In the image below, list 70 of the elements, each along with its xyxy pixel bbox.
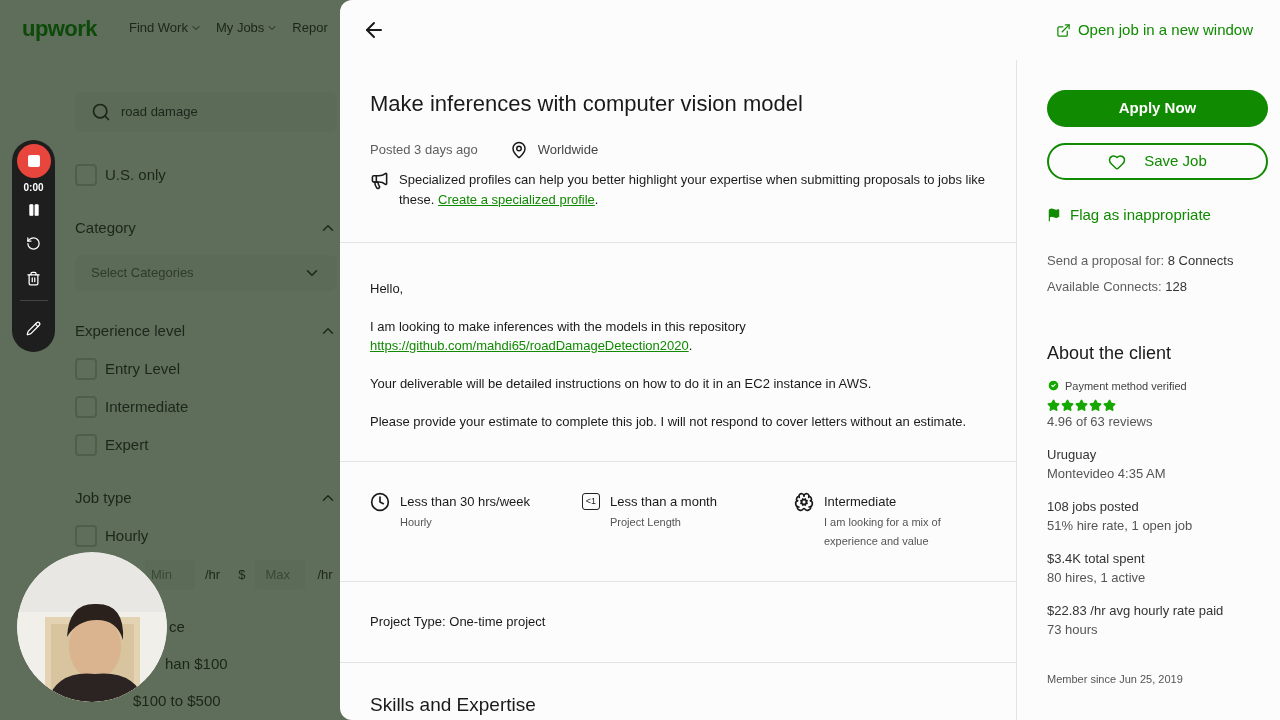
open-job-link[interactable]: Open job in a new window	[1055, 18, 1253, 42]
client-heading: About the client	[1047, 341, 1173, 365]
checkbox-label: Entry Level	[105, 358, 181, 379]
stop-button[interactable]	[16, 144, 51, 178]
clock-icon	[370, 491, 390, 512]
checkbox-label: U.S. only	[105, 164, 166, 185]
description-paragraph: I am looking to make inferences with the models in this repository https://github.com/mahdi65/roadDamageDetection2020.	[370, 317, 747, 355]
link[interactable]: https://github.com/mahdi65/roadDamageDetection2020	[370, 337, 689, 353]
client-stat: $22.83 /hr avg hourly rate paid	[1047, 602, 1225, 620]
flag-icon	[1047, 208, 1061, 223]
checkbox-label: Intermediate	[105, 396, 189, 417]
client-stat-detail: 51% hire rate, 1 open job	[1047, 517, 1194, 535]
project-type: Project Type: One-time project	[370, 613, 547, 631]
apply-button[interactable]: Apply Now	[1047, 90, 1268, 127]
checkbox-label: han $100	[165, 656, 228, 672]
feature-subtitle: Hourly	[400, 515, 433, 530]
heart-icon	[1108, 152, 1127, 171]
client-stat-detail: Montevideo 4:35 AM	[1047, 465, 1167, 483]
pencil-icon[interactable]	[26, 321, 41, 336]
client-stat-detail: 80 hires, 1 active	[1047, 569, 1147, 587]
payment-status: Payment method verified	[1065, 378, 1187, 394]
checkbox-label: Hourly	[105, 525, 149, 546]
search-icon	[91, 102, 111, 122]
job-title: Make inferences with computer vision model	[370, 90, 804, 118]
pause-icon[interactable]	[26, 203, 41, 217]
client-stat: 108 jobs posted	[1047, 498, 1140, 516]
feature-subtitle: Project Length	[610, 515, 682, 530]
feature-title: Intermediate	[824, 492, 898, 511]
restart-icon[interactable]	[26, 236, 41, 251]
flag-link[interactable]: Flag as inappropriate	[1047, 204, 1268, 227]
client-stat: Uruguay	[1047, 446, 1098, 464]
posted-time: Posted 3 days ago	[370, 141, 478, 159]
feature-subtitle: I am looking for a mix of experience and value	[824, 515, 942, 549]
checkbox-label: $100 to $500	[133, 693, 221, 709]
location-icon	[509, 140, 528, 159]
section-heading: Skills and Expertise	[370, 692, 537, 717]
brain-icon	[794, 491, 814, 512]
checkbox-label: Expert	[105, 434, 149, 455]
nav-item[interactable]: Find Work	[128, 18, 202, 38]
description-paragraph: Hello,	[370, 279, 405, 298]
currency-label: $	[238, 566, 246, 585]
feature-title: Less than a month	[610, 492, 717, 511]
location: Worldwide	[537, 141, 599, 159]
delete-icon[interactable]	[26, 271, 41, 286]
filter-heading: Experience level	[75, 320, 186, 341]
member-since: Member since Jun 25, 2019	[1047, 672, 1184, 687]
description-paragraph: Please provide your estimate to complete this job. I will not respond to cover letters without an estimate.	[370, 412, 968, 431]
filter-heading: Job type	[75, 487, 132, 508]
filter-heading: Category	[75, 217, 136, 238]
unit-label: /hr	[205, 566, 221, 585]
client-stat-detail: 73 hours	[1047, 621, 1099, 639]
timer: 0:00	[23, 181, 44, 195]
unit-label: /hr	[317, 566, 333, 585]
calendar-icon: <1	[582, 492, 600, 510]
feature-title: Less than 30 hrs/week	[400, 492, 531, 511]
nav-item[interactable]: Repor	[292, 18, 328, 38]
client-stat: $3.4K total spent	[1047, 550, 1146, 568]
save-job-button[interactable]: Save Job	[1047, 143, 1268, 180]
connects-info: Available Connects: 128	[1047, 277, 1188, 296]
megaphone-icon	[370, 170, 389, 190]
rating-text: 4.96 of 63 reviews	[1047, 413, 1154, 431]
logo[interactable]: upwork	[22, 11, 97, 45]
checkbox-label: ce	[169, 619, 185, 635]
external-link-icon	[1055, 22, 1071, 38]
search-field[interactable]: road damage	[75, 92, 337, 132]
link[interactable]: Create a specialized profile	[438, 191, 595, 207]
description-paragraph: Your deliverable will be detailed instructions on how to do it in an EC2 instance in AWS.	[370, 374, 873, 393]
nav-item[interactable]: My Jobs	[215, 18, 279, 38]
profile-tip: Specialized profiles can help you better highlight your expertise when submitting proposals to jobs like these. Create a specialized profile.	[399, 170, 986, 209]
connects-info: Send a proposal for: 8 Connects	[1047, 251, 1235, 270]
